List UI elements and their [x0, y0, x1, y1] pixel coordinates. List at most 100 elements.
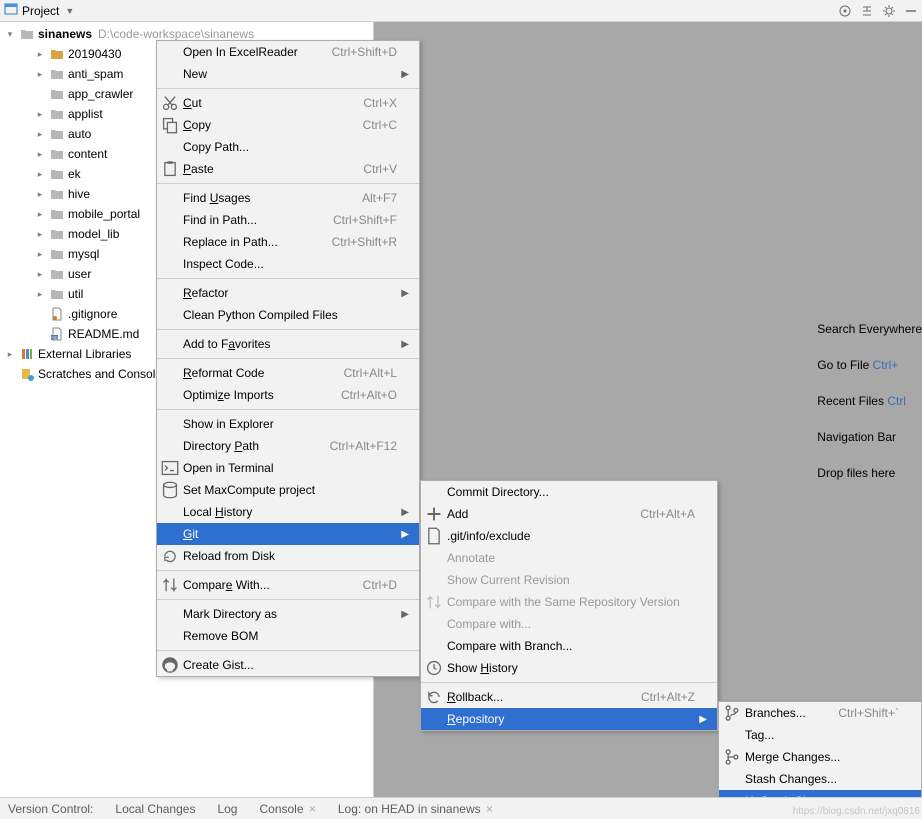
menu-item-label: Refactor: [179, 286, 397, 300]
tree-item-label: anti_spam: [68, 67, 123, 81]
menu-item[interactable]: Show History: [421, 657, 717, 679]
target-icon[interactable]: [838, 4, 852, 18]
expand-arrow-icon[interactable]: [34, 289, 46, 300]
menu-item-label: Open in Terminal: [179, 461, 397, 475]
menu-item-label: Show Current Revision: [443, 573, 695, 587]
menu-item[interactable]: Add to Favorites▶: [157, 333, 419, 355]
expand-arrow-icon[interactable]: [34, 169, 46, 180]
expand-arrow-icon[interactable]: [34, 209, 46, 220]
menu-item[interactable]: Compare with Branch...: [421, 635, 717, 657]
expand-arrow-icon[interactable]: [34, 69, 46, 80]
menu-item[interactable]: Copy Path...: [157, 136, 419, 158]
expand-arrow-icon[interactable]: [34, 249, 46, 260]
menu-item[interactable]: Stash Changes...: [719, 768, 921, 790]
menu-item[interactable]: Directory PathCtrl+Alt+F12: [157, 435, 419, 457]
menu-item[interactable]: Replace in Path...Ctrl+Shift+R: [157, 231, 419, 253]
menu-item[interactable]: New▶: [157, 63, 419, 85]
menu-item[interactable]: PasteCtrl+V: [157, 158, 419, 180]
folder-icon: [50, 127, 64, 141]
status-console[interactable]: Console ×: [259, 802, 315, 816]
menu-item-shortcut: Ctrl+Shift+`: [838, 706, 899, 720]
menu-item-label: Create Gist...: [179, 658, 397, 672]
folder-icon: [50, 87, 64, 101]
menu-item-shortcut: Ctrl+Alt+Z: [641, 690, 695, 704]
menu-item-label: Clean Python Compiled Files: [179, 308, 397, 322]
expand-arrow-icon[interactable]: [34, 229, 46, 240]
menu-item[interactable]: Find UsagesAlt+F7: [157, 187, 419, 209]
submenu-arrow-icon: ▶: [397, 339, 409, 350]
menu-item[interactable]: Optimize ImportsCtrl+Alt+O: [157, 384, 419, 406]
menu-item[interactable]: Branches...Ctrl+Shift+`: [719, 702, 921, 724]
menu-separator: [157, 650, 419, 651]
folder-icon: [50, 227, 64, 241]
expand-arrow-icon[interactable]: [4, 29, 16, 40]
menu-item[interactable]: Reformat CodeCtrl+Alt+L: [157, 362, 419, 384]
menu-item[interactable]: Find in Path...Ctrl+Shift+F: [157, 209, 419, 231]
expand-arrow-icon[interactable]: [34, 49, 46, 60]
menu-item[interactable]: Show in Explorer: [157, 413, 419, 435]
menu-item[interactable]: Tag...: [719, 724, 921, 746]
file-icon: [50, 307, 64, 321]
collapse-icon[interactable]: [860, 4, 874, 18]
project-title[interactable]: Project: [22, 4, 59, 18]
menu-item-label: Repository: [443, 712, 695, 726]
menu-item[interactable]: Git▶: [157, 523, 419, 545]
menu-item[interactable]: Remove BOM: [157, 625, 419, 647]
menu-item[interactable]: AddCtrl+Alt+A: [421, 503, 717, 525]
menu-item-label: Cut: [179, 96, 343, 110]
menu-item[interactable]: Refactor▶: [157, 282, 419, 304]
menu-item[interactable]: Local History▶: [157, 501, 419, 523]
expand-arrow-icon[interactable]: [4, 349, 16, 360]
expand-arrow-icon[interactable]: [34, 269, 46, 280]
folder-icon: [50, 107, 64, 121]
expand-arrow-icon[interactable]: [34, 149, 46, 160]
folder-icon: [50, 247, 64, 261]
folder-icon: [50, 207, 64, 221]
folder-icon: [50, 67, 64, 81]
menu-separator: [157, 409, 419, 410]
close-icon[interactable]: ×: [483, 802, 493, 816]
menu-item[interactable]: Set MaxCompute project: [157, 479, 419, 501]
menu-item[interactable]: Create Gist...: [157, 654, 419, 676]
menu-separator: [157, 570, 419, 571]
close-icon[interactable]: ×: [306, 802, 316, 816]
tree-item-label: util: [68, 287, 83, 301]
menu-item-label: Compare with Branch...: [443, 639, 695, 653]
status-log[interactable]: Log: [217, 802, 237, 816]
dropdown-arrow-icon[interactable]: ▼: [65, 6, 74, 16]
menu-item[interactable]: CopyCtrl+C: [157, 114, 419, 136]
menu-item-label: Replace in Path...: [179, 235, 312, 249]
tree-item-label: content: [68, 147, 107, 161]
status-head[interactable]: Log: on HEAD in sinanews ×: [338, 802, 493, 816]
menu-item[interactable]: Merge Changes...: [719, 746, 921, 768]
menu-item[interactable]: Mark Directory as▶: [157, 603, 419, 625]
expand-arrow-icon[interactable]: [34, 189, 46, 200]
menu-item[interactable]: Repository▶: [421, 708, 717, 730]
menu-item[interactable]: CutCtrl+X: [157, 92, 419, 114]
expand-arrow-icon[interactable]: [34, 109, 46, 120]
expand-arrow-icon[interactable]: [34, 129, 46, 140]
tree-item-label: app_crawler: [68, 87, 133, 101]
menu-item[interactable]: .git/info/exclude: [421, 525, 717, 547]
menu-item[interactable]: Clean Python Compiled Files: [157, 304, 419, 326]
menu-item-label: Open In ExcelReader: [179, 45, 312, 59]
menu-item-shortcut: Ctrl+Alt+F12: [330, 439, 397, 453]
menu-item[interactable]: Compare With...Ctrl+D: [157, 574, 419, 596]
hint-search: Search Everywhere: [817, 322, 922, 336]
status-local-changes[interactable]: Local Changes: [115, 802, 195, 816]
menu-item-label: Stash Changes...: [741, 772, 899, 786]
cut-icon: [161, 94, 179, 112]
menu-item[interactable]: Commit Directory...: [421, 481, 717, 503]
menu-separator: [157, 183, 419, 184]
menu-item[interactable]: Open in Terminal: [157, 457, 419, 479]
menu-item[interactable]: Reload from Disk: [157, 545, 419, 567]
menu-item[interactable]: Rollback...Ctrl+Alt+Z: [421, 686, 717, 708]
menu-item: Compare with the Same Repository Version: [421, 591, 717, 613]
menu-item[interactable]: Open In ExcelReaderCtrl+Shift+D: [157, 41, 419, 63]
status-vc[interactable]: Version Control:: [8, 802, 93, 816]
gear-icon[interactable]: [882, 4, 896, 18]
folder-icon: [50, 187, 64, 201]
minimize-icon[interactable]: [904, 4, 918, 18]
menu-item[interactable]: Inspect Code...: [157, 253, 419, 275]
menu-item-label: Optimize Imports: [179, 388, 321, 402]
